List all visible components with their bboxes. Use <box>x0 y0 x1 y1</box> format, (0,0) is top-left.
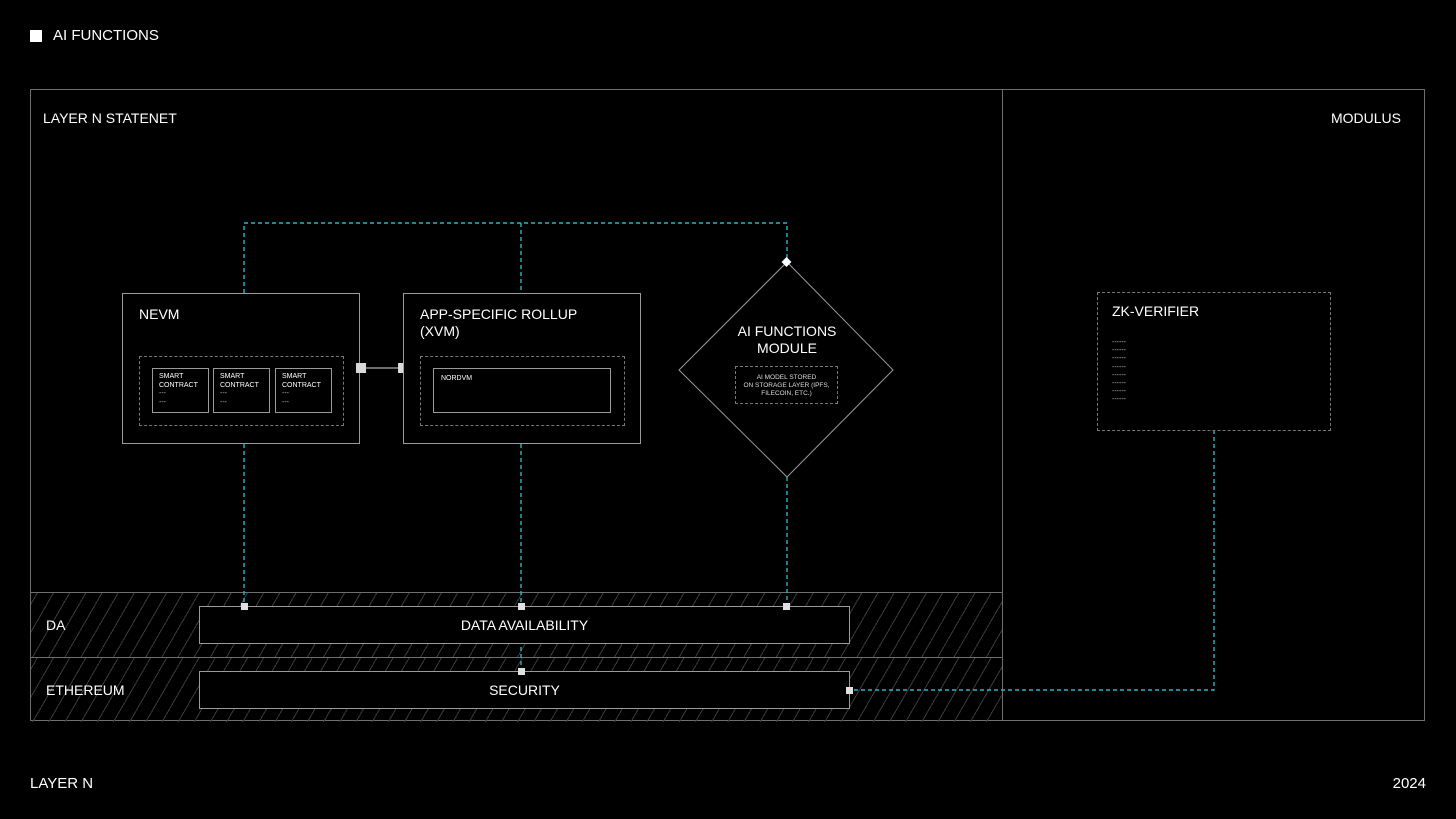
rollup-title: APP-SPECIFIC ROLLUP (XVM) <box>420 306 577 340</box>
smart-contract-card[interactable]: SMART CONTRACT --- --- <box>275 368 332 413</box>
rollup-box[interactable]: APP-SPECIFIC ROLLUP (XVM) NORDVM <box>403 293 641 444</box>
nevm-da-node <box>241 603 248 610</box>
zk-line: ------ <box>1112 339 1126 346</box>
smart-contract-card[interactable]: SMART CONTRACT --- --- <box>213 368 270 413</box>
nordvm-box[interactable]: NORDVM <box>433 368 611 413</box>
zk-verifier-title: ZK-VERIFIER <box>1112 303 1200 319</box>
data-availability-label: DATA AVAILABILITY <box>460 617 589 633</box>
smart-contract-detail: --- <box>282 390 289 397</box>
zk-line: ------ <box>1112 355 1126 363</box>
nevm-title: NEVM <box>139 306 180 322</box>
smart-contract-label: CONTRACT <box>159 381 198 389</box>
zk-line: ------ <box>1112 363 1126 371</box>
verifier-security-node <box>846 687 853 694</box>
data-availability-bar[interactable]: DATA AVAILABILITY <box>199 606 850 644</box>
zk-line: ------ <box>1112 347 1126 355</box>
storage-text-line: FILECOIN, ETC.) <box>761 390 812 397</box>
storage-text-line: AI MODEL STORED <box>756 374 817 381</box>
ai-model-storage-box[interactable]: AI MODEL STORED ON STORAGE LAYER (IPFS, … <box>735 366 838 404</box>
top-bus-line <box>243 222 788 293</box>
smart-contract-label: SMART <box>220 373 245 380</box>
smart-contract-detail: --- <box>159 390 166 397</box>
security-bar[interactable]: SECURITY <box>199 671 850 709</box>
smart-contract-card[interactable]: SMART CONTRACT --- --- <box>152 368 209 413</box>
ai-module-title: AI FUNCTIONS MODULE <box>707 323 867 357</box>
smart-contract-detail: --- <box>220 390 227 397</box>
zk-verifier-lines: ------ ------ ------ ------ ------ -----… <box>1112 339 1126 405</box>
ai-module-title-line: AI FUNCTIONS <box>737 323 837 339</box>
zk-verifier-box[interactable]: ZK-VERIFIER ------ ------ ------ ------ … <box>1097 292 1331 431</box>
nevm-port-connector <box>356 363 366 373</box>
smart-contract-label: CONTRACT <box>220 381 259 389</box>
module-da-node <box>783 603 790 610</box>
smart-contract-label: SMART <box>159 373 184 380</box>
smart-contract-detail: --- <box>220 398 227 406</box>
smart-contract-label: SMART <box>282 373 307 380</box>
smart-contract-detail: --- <box>282 398 289 406</box>
zk-line: ------ <box>1112 388 1126 396</box>
smart-contract-detail: --- <box>159 398 166 406</box>
nevm-box[interactable]: NEVM SMART CONTRACT --- --- SMART CONTRA… <box>122 293 360 444</box>
rollup-title-line: (XVM) <box>420 323 460 339</box>
zk-line: ------ <box>1112 380 1126 388</box>
ai-module-title-line: MODULE <box>757 340 817 356</box>
zk-line: ------ <box>1112 396 1126 404</box>
rollup-security-node <box>518 668 525 675</box>
ethereum-row-label: ETHEREUM <box>46 682 125 698</box>
verifier-security-line <box>849 430 1215 691</box>
da-row-label: DA <box>46 617 66 633</box>
nordvm-label: NORDVM <box>441 375 473 382</box>
rollup-da-node <box>518 603 525 610</box>
security-label: SECURITY <box>489 682 560 698</box>
storage-text-line: ON STORAGE LAYER (IPFS, <box>743 382 830 389</box>
rollup-title-line: APP-SPECIFIC ROLLUP <box>420 306 578 322</box>
smart-contract-label: CONTRACT <box>282 381 321 389</box>
zk-line: ------ <box>1112 371 1126 379</box>
